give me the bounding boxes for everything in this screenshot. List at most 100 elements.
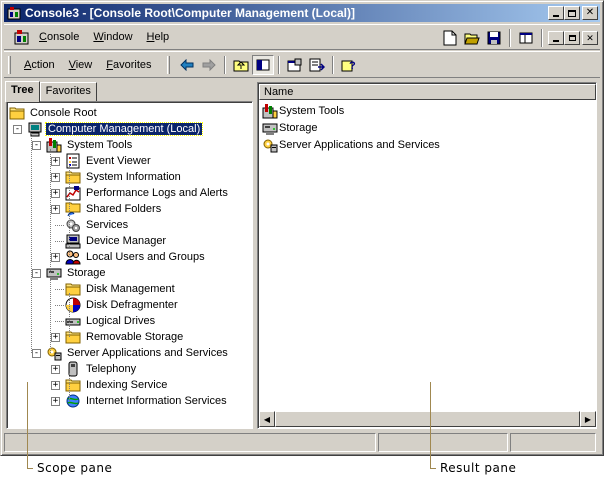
expand-icon[interactable]: +: [51, 397, 60, 406]
expand-icon[interactable]: +: [51, 365, 60, 374]
tree-node[interactable]: Removable Storage: [65, 329, 185, 345]
mdi-restore-button[interactable]: [564, 31, 580, 45]
menu-separator: [509, 29, 511, 47]
expand-icon[interactable]: +: [51, 205, 60, 214]
up-one-level-button[interactable]: [230, 55, 252, 75]
horizontal-scrollbar[interactable]: ◀ ▶: [259, 411, 596, 427]
collapse-icon[interactable]: -: [32, 349, 41, 358]
menu-help[interactable]: Help: [140, 31, 177, 43]
maximize-button[interactable]: [564, 6, 580, 20]
expand-icon[interactable]: +: [51, 381, 60, 390]
tree-node[interactable]: Event Viewer: [65, 153, 153, 169]
result-item[interactable]: System Tools: [262, 102, 344, 119]
expand-icon[interactable]: +: [51, 189, 60, 198]
save-console-button[interactable]: [483, 28, 505, 48]
menu-window-rest: indow: [103, 31, 133, 43]
result-item-label: System Tools: [279, 104, 345, 117]
tree-node[interactable]: Logical Drives: [65, 313, 157, 329]
close-icon: ✕: [585, 7, 595, 18]
forward-button[interactable]: [198, 55, 220, 75]
expand-icon[interactable]: +: [51, 157, 60, 166]
export-list-button[interactable]: [306, 55, 328, 75]
result-item-label: Server Applications and Services: [279, 138, 440, 151]
tree-node[interactable]: Server Applications and Services: [46, 345, 230, 361]
new-console-button[interactable]: [439, 28, 461, 48]
tree-node[interactable]: Device Manager: [65, 233, 168, 249]
folder-icon: [65, 281, 81, 297]
menu-window-mnemonic: W: [93, 31, 104, 43]
tree-node[interactable]: Storage: [46, 265, 108, 281]
device-manager-icon: [65, 233, 81, 249]
back-button[interactable]: [176, 55, 198, 75]
up-one-level-icon: [233, 60, 249, 71]
menu-action[interactable]: Action: [17, 59, 62, 71]
minimize-button[interactable]: [548, 6, 564, 20]
tree-node-label: Services: [86, 219, 129, 231]
tree-node[interactable]: System Tools: [46, 137, 134, 153]
expand-icon[interactable]: +: [51, 173, 60, 182]
menu-view[interactable]: View: [62, 59, 100, 71]
scope-pane[interactable]: Console Root Computer Management (Local) -…: [6, 101, 253, 429]
column-header-name[interactable]: Name: [259, 84, 596, 100]
close-button[interactable]: ✕: [582, 6, 598, 20]
new-window-button[interactable]: [515, 28, 537, 48]
expand-icon[interactable]: +: [51, 333, 60, 342]
status-bar: [4, 433, 600, 452]
scroll-right-button[interactable]: ▶: [580, 411, 596, 427]
mdi-minimize-button[interactable]: [548, 31, 564, 45]
menu-favorites[interactable]: Favorites: [99, 59, 158, 71]
tree-node[interactable]: Indexing Service: [65, 377, 169, 393]
tree-node[interactable]: Computer Management (Local): [27, 121, 204, 137]
tree-node[interactable]: System Information: [65, 169, 183, 185]
title-bar[interactable]: Console3 - [Console Root\Computer Manage…: [4, 4, 600, 22]
properties-button[interactable]: [284, 55, 306, 75]
folder-icon: [9, 105, 25, 121]
collapse-icon[interactable]: -: [32, 269, 41, 278]
tree-node[interactable]: Disk Management: [65, 281, 177, 297]
tree-node-label: Indexing Service: [86, 379, 168, 391]
toolbar-grip[interactable]: [8, 55, 11, 74]
window-title: Console3 - [Console Root\Computer Manage…: [25, 6, 356, 20]
tree-node[interactable]: Telephony: [65, 361, 138, 377]
tab-tree[interactable]: Tree: [5, 81, 40, 102]
result-item[interactable]: Storage: [262, 119, 318, 136]
collapse-icon[interactable]: -: [32, 141, 41, 150]
menu-bar: Console Window Help ✕: [4, 24, 600, 50]
tree-connector: [50, 277, 51, 353]
menu-favorites-rest: avorites: [112, 58, 152, 71]
toolbar-separator: [277, 55, 280, 74]
mdi-close-button[interactable]: ✕: [582, 31, 598, 45]
tree-connector: [55, 305, 64, 306]
tree-node[interactable]: Services: [65, 217, 130, 233]
menu-window[interactable]: Window: [86, 31, 139, 43]
scroll-left-button[interactable]: ◀: [259, 411, 275, 427]
toolbar-grip[interactable]: [166, 55, 170, 74]
system-tools-icon: [46, 137, 62, 153]
scope-tabs: Tree Favorites: [5, 81, 97, 102]
scroll-right-icon: ▶: [584, 414, 592, 424]
menu-separator: [541, 29, 543, 47]
tree-node[interactable]: Disk Defragmenter: [65, 297, 180, 313]
collapse-icon[interactable]: -: [13, 125, 22, 134]
tree-node-label: Device Manager: [86, 235, 167, 247]
tree-node-label: Internet Information Services: [86, 395, 227, 407]
menu-view-rest: iew: [75, 58, 93, 71]
tab-favorites[interactable]: Favorites: [39, 82, 97, 101]
tree-node[interactable]: Shared Folders: [65, 201, 163, 217]
open-console-button[interactable]: [461, 28, 483, 48]
tree-connector: [55, 321, 64, 322]
help-button[interactable]: ?: [338, 55, 360, 75]
server-apps-icon: [46, 345, 62, 361]
result-item[interactable]: Server Applications and Services: [262, 136, 440, 153]
tree-node[interactable]: Console Root: [9, 105, 99, 121]
tree-connector: [31, 133, 32, 353]
result-pane[interactable]: Name System Tools Storage Server Applicati…: [257, 82, 597, 429]
tree-node[interactable]: Local Users and Groups: [65, 249, 207, 265]
show-hide-tree-button[interactable]: [251, 54, 274, 75]
tree-node[interactable]: Performance Logs and Alerts: [65, 185, 230, 201]
scroll-thumb[interactable]: [275, 411, 580, 427]
menu-console[interactable]: Console: [32, 31, 86, 43]
expand-icon[interactable]: +: [51, 253, 60, 262]
tree-node[interactable]: Internet Information Services: [65, 393, 229, 409]
mmc-window: Console3 - [Console Root\Computer Manage…: [0, 0, 604, 456]
